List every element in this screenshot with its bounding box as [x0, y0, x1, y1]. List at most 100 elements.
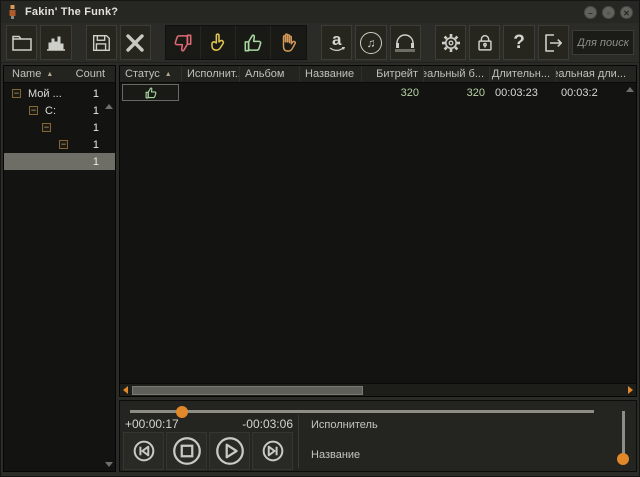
next-button[interactable]	[252, 432, 293, 470]
mark-bad-button[interactable]	[166, 26, 201, 59]
amazon-icon: a	[329, 33, 345, 52]
search-input[interactable]	[572, 30, 634, 55]
amazon-lookup-button[interactable]: a	[321, 25, 352, 60]
itunes-lookup-button[interactable]: ♫	[355, 25, 386, 60]
folder-tree-panel: Name ▲ Count − Мой ... 1 − C: 1 − 1 −	[3, 65, 116, 472]
license-button[interactable]	[469, 25, 500, 60]
main-panel: Статус ▲ Исполнит... Альбом Название Бит…	[119, 65, 637, 472]
elapsed-time: +00:00:17	[125, 417, 179, 431]
collapse-icon[interactable]: −	[59, 140, 68, 149]
column-album[interactable]: Альбом	[240, 66, 300, 82]
help-button[interactable]: ?	[503, 25, 534, 60]
previous-button[interactable]	[123, 432, 164, 470]
column-title[interactable]: Название	[300, 66, 362, 82]
listen-service-button[interactable]	[390, 25, 421, 60]
hscroll-track[interactable]	[132, 386, 624, 395]
artist-label: Исполнитель	[311, 419, 610, 449]
question-mark-icon: ?	[513, 32, 525, 54]
volume-slider[interactable]	[622, 411, 625, 459]
previous-track-icon	[128, 435, 160, 467]
tree-row-label: C:	[45, 105, 56, 117]
tree-row[interactable]: − 1	[4, 119, 115, 136]
volume-area	[610, 401, 636, 471]
save-button[interactable]	[86, 25, 117, 60]
save-disk-icon	[90, 32, 112, 54]
clear-x-icon	[123, 31, 147, 55]
table-scroll-up-icon[interactable]	[626, 87, 634, 92]
column-bitrate[interactable]: Битрейт	[362, 66, 424, 82]
status-cell[interactable]	[122, 84, 179, 101]
rating-button-group	[165, 25, 307, 60]
clear-list-button[interactable]	[120, 25, 151, 60]
table-header: Статус ▲ Исполнит... Альбом Название Бит…	[120, 66, 636, 83]
folder-open-icon	[10, 31, 34, 55]
hscroll-thumb[interactable]	[132, 386, 363, 395]
column-status-label: Статус	[125, 68, 160, 80]
mark-good-button[interactable]	[236, 26, 271, 59]
sort-asc-icon: ▲	[46, 71, 53, 78]
player-panel: +00:00:17 -00:03:06	[119, 400, 637, 472]
cell-duration: 00:03:23	[490, 87, 556, 99]
cell-real-bitrate: 320	[424, 87, 490, 99]
hand-stop-icon	[278, 32, 300, 54]
gear-icon	[439, 31, 463, 55]
pointing-finger-icon	[207, 32, 229, 54]
next-track-icon	[257, 435, 289, 467]
tree-column-name[interactable]: Name ▲	[4, 68, 53, 80]
tree-name-label: Name	[12, 68, 41, 80]
spectrum-chart-icon	[44, 31, 68, 55]
table-row[interactable]: 320 320 00:03:23 00:03:2	[120, 83, 636, 102]
tree-row-label: Мой ...	[28, 88, 62, 100]
analyze-button[interactable]	[40, 25, 71, 60]
exit-door-icon	[541, 31, 565, 55]
content-area: Name ▲ Count − Мой ... 1 − C: 1 − 1 −	[1, 63, 639, 472]
title-label: Название	[311, 449, 610, 461]
scroll-right-icon[interactable]	[628, 386, 633, 394]
minimize-button[interactable]: –	[584, 6, 597, 19]
column-duration[interactable]: Длительн...	[490, 66, 556, 82]
exit-button[interactable]	[538, 25, 569, 60]
thumbs-up-status-icon	[144, 86, 158, 100]
close-button[interactable]: ✕	[620, 6, 633, 19]
mark-check-button[interactable]	[201, 26, 236, 59]
seek-handle[interactable]	[176, 406, 188, 418]
headphones-icon	[394, 34, 416, 52]
column-artist[interactable]: Исполнит...	[182, 66, 240, 82]
app-icon	[7, 5, 18, 19]
remaining-time: -00:03:06	[242, 417, 293, 431]
tree-column-count[interactable]: Count	[76, 68, 115, 80]
track-table: Статус ▲ Исполнит... Альбом Название Бит…	[119, 65, 637, 397]
tree-row-count: 1	[93, 88, 115, 100]
open-folder-button[interactable]	[6, 25, 37, 60]
thumbs-down-icon	[172, 32, 194, 54]
column-real-duration[interactable]: Реальная дли...	[556, 66, 636, 82]
scroll-left-icon[interactable]	[123, 386, 128, 394]
volume-handle[interactable]	[617, 453, 629, 465]
column-status[interactable]: Статус ▲	[120, 66, 182, 82]
play-button[interactable]	[209, 432, 250, 470]
tree-row[interactable]: − 1	[4, 136, 115, 153]
tree-row-selected[interactable]: 1	[4, 153, 115, 170]
collapse-icon[interactable]: −	[42, 123, 51, 132]
play-icon	[212, 433, 248, 469]
seek-slider[interactable]	[130, 410, 594, 413]
tree-scrollbar[interactable]	[104, 102, 114, 469]
cell-real-duration: 00:03:2	[556, 87, 636, 99]
tree-row[interactable]: − Мой ... 1	[4, 85, 115, 102]
scroll-up-icon[interactable]	[105, 104, 113, 109]
collapse-icon[interactable]: −	[29, 106, 38, 115]
column-real-bitrate[interactable]: Реальный б...	[424, 66, 490, 82]
mark-hold-button[interactable]	[271, 26, 306, 59]
horizontal-scrollbar[interactable]	[120, 383, 636, 396]
player-left: +00:00:17 -00:03:06	[120, 417, 298, 471]
maximize-button[interactable]: ▫	[602, 6, 615, 19]
tree-row[interactable]: − C: 1	[4, 102, 115, 119]
scroll-down-icon[interactable]	[105, 462, 113, 467]
lock-icon	[474, 32, 496, 54]
collapse-icon[interactable]: −	[12, 89, 21, 98]
music-note-icon: ♫	[360, 32, 382, 54]
stop-icon	[169, 433, 205, 469]
stop-button[interactable]	[166, 432, 207, 470]
settings-button[interactable]	[435, 25, 466, 60]
sort-asc-icon: ▲	[165, 71, 172, 78]
